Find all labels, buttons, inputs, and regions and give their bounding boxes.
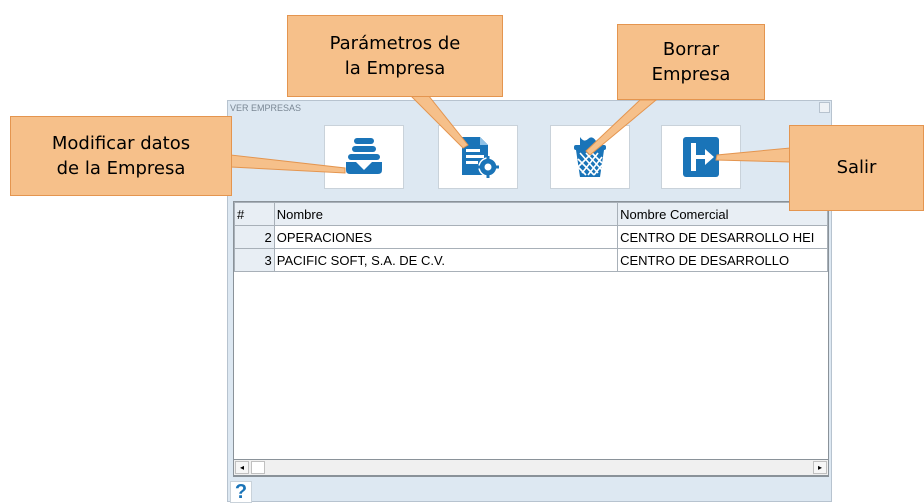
horizontal-scrollbar[interactable]: ◂ ▸ — [233, 459, 829, 476]
download-stack-icon — [346, 138, 382, 174]
column-header-nombre[interactable]: Nombre — [273, 202, 619, 226]
close-icon[interactable] — [819, 102, 830, 113]
scroll-thumb[interactable] — [251, 461, 265, 474]
row-nombre-comercial[interactable]: CENTRO DE DESARROLLO HEI — [617, 225, 828, 249]
callout-borrar: Borrar Empresa — [617, 24, 765, 100]
row-nombre[interactable]: PACIFIC SOFT, S.A. DE C.V. — [273, 248, 619, 272]
ver-empresas-window: VER EMPRESAS # Nombre Nombre Comercial 2… — [227, 100, 832, 503]
table-row[interactable]: 2 OPERACIONES CENTRO DE DESARROLLO HEI — [234, 225, 828, 249]
callout-modificar-text: Modificar datos de la Empresa — [51, 132, 191, 179]
modify-company-button[interactable] — [324, 125, 404, 189]
companies-table: # Nombre Nombre Comercial 2 OPERACIONES … — [234, 202, 828, 272]
company-parameters-button[interactable] — [438, 125, 518, 189]
scroll-left-button[interactable]: ◂ — [235, 461, 249, 474]
callout-modificar: Modificar datos de la Empresa — [10, 116, 232, 196]
companies-grid: # Nombre Nombre Comercial 2 OPERACIONES … — [233, 201, 829, 477]
window-title: VER EMPRESAS — [230, 103, 302, 113]
callout-parametros: Parámetros de la Empresa — [287, 15, 503, 97]
delete-company-button[interactable] — [550, 125, 630, 189]
trash-bin-icon — [574, 137, 606, 177]
callout-parametros-text: Parámetros de la Empresa — [329, 32, 461, 79]
column-header-number[interactable]: # — [234, 202, 275, 226]
callout-salir: Salir — [789, 125, 924, 211]
callout-borrar-text: Borrar Empresa — [651, 38, 731, 85]
exit-button[interactable] — [661, 125, 741, 189]
row-nombre-comercial[interactable]: CENTRO DE DESARROLLO — [617, 248, 828, 272]
exit-door-icon — [683, 137, 719, 177]
help-icon[interactable]: ? — [230, 481, 252, 503]
row-nombre[interactable]: OPERACIONES — [273, 225, 619, 249]
callout-salir-text: Salir — [836, 157, 877, 179]
table-header-row: # Nombre Nombre Comercial — [234, 202, 828, 226]
table-row[interactable]: 3 PACIFIC SOFT, S.A. DE C.V. CENTRO DE D… — [234, 248, 828, 272]
document-gear-icon — [462, 137, 499, 178]
scroll-right-button[interactable]: ▸ — [813, 461, 827, 474]
row-number: 3 — [234, 248, 275, 272]
row-number: 2 — [234, 225, 275, 249]
